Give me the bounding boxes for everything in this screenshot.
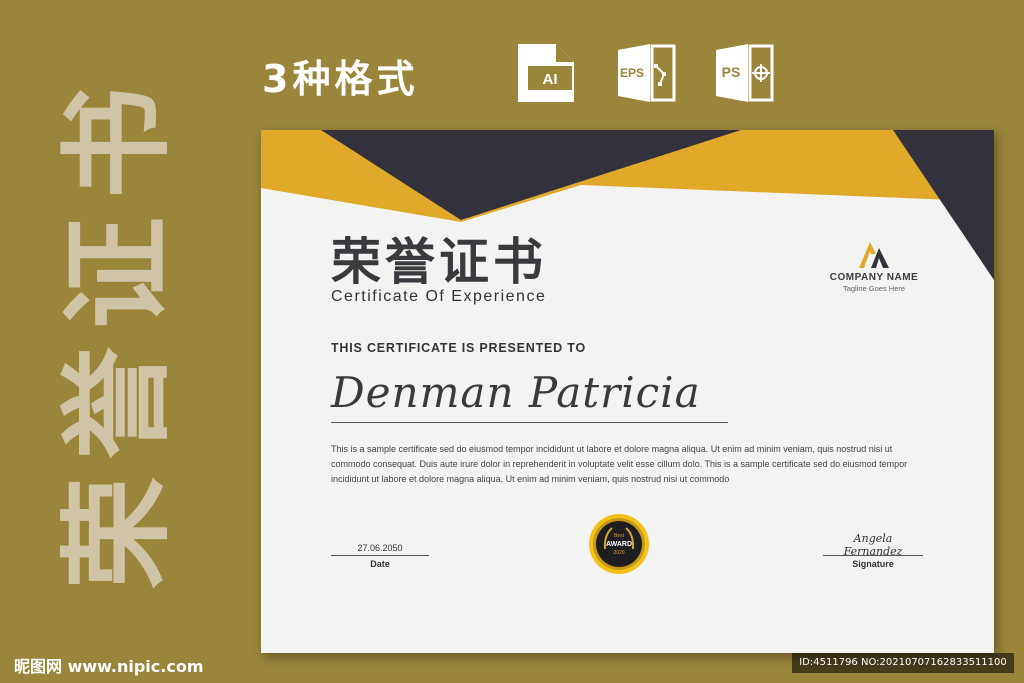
eps-file-icon: EPS <box>614 40 678 104</box>
company-logo-icon <box>859 242 889 268</box>
ai-file-icon: AI <box>514 40 578 104</box>
date-line <box>331 555 429 556</box>
ps-file-icon: PS <box>712 40 776 104</box>
signature-label: Signature <box>852 559 894 569</box>
ps-file-label: PS <box>722 64 741 80</box>
certificate-subtitle: Certificate Of Experience <box>331 288 547 305</box>
watermark: 昵图网 www.nipic.com <box>14 657 204 676</box>
certificate-body-text: This is a sample certificate sed do eius… <box>331 444 908 484</box>
recipient-name: Denman Patricia <box>331 368 701 417</box>
side-title: 书 证 誉 荣 <box>53 78 183 598</box>
side-title-char-1: 书 <box>53 87 183 199</box>
date-label: Date <box>370 559 390 569</box>
badge-line-2: AWARD <box>606 541 632 548</box>
certificate: 荣誉证书 Certificate Of Experience COMPANY N… <box>261 130 994 653</box>
eps-file-label: EPS <box>620 66 644 80</box>
date-value: 27.06.2050 <box>357 543 403 553</box>
image-id-bar: ID:4511796 NO:20210707162833511100 <box>792 653 1014 673</box>
signature-line <box>823 555 923 556</box>
badge-line-3: 2020 <box>613 550 624 556</box>
company-tagline: Tagline Goes Here <box>842 284 906 293</box>
badge-line-1: Best <box>614 533 625 539</box>
certificate-title: 荣誉证书 <box>331 233 547 291</box>
formats-label: 3种格式 <box>262 57 419 101</box>
side-title-char-4: 荣 <box>53 477 183 589</box>
ai-file-label: AI <box>543 71 558 88</box>
side-title-char-2: 证 <box>53 217 183 329</box>
company-block: COMPANY NAME Tagline Goes Here <box>819 236 929 293</box>
award-badge-icon: Best AWARD 2020 <box>589 514 649 574</box>
name-underline <box>331 422 728 423</box>
company-name: COMPANY NAME <box>829 272 919 283</box>
side-title-char-3: 誉 <box>53 347 183 459</box>
presented-to-label: THIS CERTIFICATE IS PRESENTED TO <box>331 341 587 355</box>
